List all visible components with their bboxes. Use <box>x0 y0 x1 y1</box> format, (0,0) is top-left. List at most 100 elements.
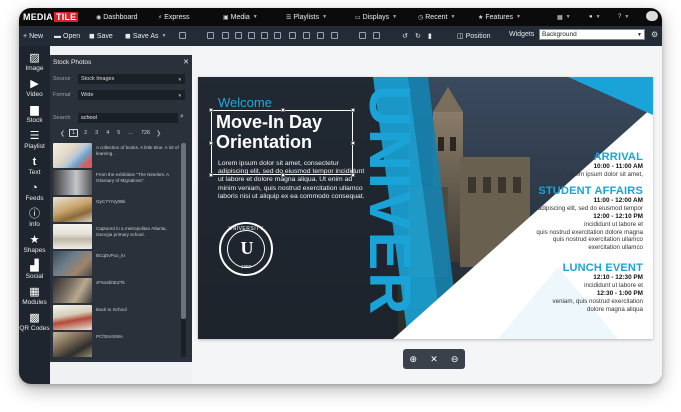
open-button[interactable]: ▬ Open <box>54 31 80 41</box>
page-link[interactable]: 726 <box>139 130 152 136</box>
rail-item-qr-codes[interactable]: ▩ QR Codes <box>19 312 50 338</box>
cloud-icon[interactable] <box>646 11 658 21</box>
nav-features[interactable]: ★ Features ▼ <box>478 12 521 22</box>
list-item[interactable]: OyC7YrVy0Bk <box>53 197 179 222</box>
list-item[interactable]: PCfI3mISWA <box>53 332 179 357</box>
resize-handle[interactable] <box>351 141 355 145</box>
result-thumbnail <box>53 170 92 195</box>
schedule-student-affairs[interactable]: STUDENT AFFAIRS 11:00 - 12:00 AM adipisc… <box>536 185 643 252</box>
lock-icon[interactable] <box>235 32 242 39</box>
list-item[interactable]: Back to School <box>53 305 179 330</box>
page-link[interactable]: 1 <box>69 129 79 137</box>
close-icon[interactable]: ✕ <box>430 354 438 365</box>
nav-express[interactable]: ⚡ Express <box>158 12 190 22</box>
list-item[interactable]: From the exhibition "The Nineties: A Glo… <box>53 170 179 195</box>
schedule-lunch-event[interactable]: LUNCH EVENT 12:10 - 12:30 PM incididunt … <box>553 262 643 313</box>
rail-item-playlist[interactable]: ☰ Playlist <box>19 130 50 156</box>
rail-item-shapes[interactable]: ★ Shapes <box>19 234 50 260</box>
rail-item-image[interactable]: ▨ Image <box>19 52 50 78</box>
copy-icon[interactable] <box>359 32 366 39</box>
new-button[interactable]: + New <box>23 31 43 41</box>
rail-item-stock[interactable]: ▆ Stock <box>19 104 50 130</box>
list-item[interactable]: zF5o6bhEZTk <box>53 278 179 303</box>
unlock-icon[interactable] <box>248 32 255 39</box>
widgets-select[interactable]: Background ▼ <box>539 29 645 40</box>
delete-button[interactable]: ▮ <box>428 31 432 41</box>
widgets-label: Widgets <box>509 31 535 38</box>
nav-help-menu[interactable]: ? ▼ <box>618 12 629 22</box>
lunch-title: LUNCH EVENT <box>562 262 643 274</box>
welcome-text[interactable]: Welcome <box>218 95 272 110</box>
save-as-button[interactable]: ◼ Save As ▼ <box>125 31 166 41</box>
resize-handle[interactable] <box>351 108 355 112</box>
nav-media[interactable]: ▣ Media ▼ <box>223 12 258 22</box>
nav-displays[interactable]: ▭ Displays ▼ <box>355 12 397 22</box>
nav-recent[interactable]: ◷ Recent ▼ <box>418 12 455 22</box>
lunch-desc-2b: dolore magna aliqua <box>586 305 643 313</box>
ungroup-icon[interactable] <box>274 32 281 39</box>
schedule-arrival[interactable]: ARRIVAL 10:00 - 11:00 AM Lorem ipsum dol… <box>567 151 643 179</box>
format-select[interactable]: Wide ▼ <box>78 90 185 100</box>
page-link[interactable]: 2 <box>82 130 89 136</box>
page-link[interactable]: 3 <box>93 130 100 136</box>
rail-item-text[interactable]: t Text <box>19 156 50 182</box>
resize-handle[interactable] <box>281 108 285 112</box>
redo-button[interactable]: ↻ <box>415 31 421 41</box>
align-left-icon[interactable] <box>207 32 214 39</box>
layer-icon[interactable] <box>331 32 338 39</box>
list-item[interactable]: BCqDvPuo_kI <box>53 251 179 276</box>
position-button[interactable]: ◫ Position <box>457 31 491 41</box>
grid-icon: ▦ <box>557 14 563 21</box>
list-item[interactable]: A collection of books. A little time. A … <box>53 143 179 168</box>
resize-handle[interactable] <box>209 173 213 177</box>
lorem-paragraph[interactable]: Lorem ipsum dolor sit amet, consectetur … <box>218 160 368 201</box>
rail-item-social[interactable]: ▟ Social <box>19 260 50 286</box>
distribute-icon[interactable] <box>289 32 296 39</box>
search-icon[interactable]: ⌕ <box>180 113 184 121</box>
nav-account-menu[interactable]: ● ▼ <box>589 12 601 22</box>
list-item[interactable]: Captured in a metropolitan Atlanta, Geor… <box>53 224 179 249</box>
scrollbar-thumb[interactable] <box>181 143 186 319</box>
rail-item-info[interactable]: ⓘ Info <box>19 208 50 234</box>
save-as-icon: ◼ <box>125 33 131 40</box>
rail-label: Shapes <box>23 247 46 254</box>
nav-playlists[interactable]: ☰ Playlists ▼ <box>286 12 327 22</box>
student-time-2: 12:00 - 12:10 PM <box>593 212 643 220</box>
close-icon[interactable]: ✕ <box>183 58 189 66</box>
nav-displays-label: Displays <box>362 13 390 21</box>
send-back-icon[interactable] <box>317 32 324 39</box>
gear-icon[interactable]: ⚙ <box>651 30 658 39</box>
search-input[interactable]: school <box>78 113 178 123</box>
search-label: Search <box>53 115 71 121</box>
zoom-in-icon[interactable]: ⊕ <box>410 354 418 365</box>
resize-handle[interactable] <box>209 141 213 145</box>
align-center-icon[interactable] <box>222 32 229 39</box>
chevron-right-icon[interactable]: ❯ <box>156 130 161 137</box>
page-link[interactable]: 4 <box>104 130 111 136</box>
group-icon[interactable] <box>261 32 268 39</box>
results-scrollbar[interactable] <box>181 143 186 357</box>
source-select[interactable]: Stock Images ▼ <box>78 74 185 84</box>
rail-item-feeds[interactable]: ◔ Feeds <box>19 182 50 208</box>
resize-handle[interactable] <box>209 108 213 112</box>
paste-icon[interactable] <box>373 32 380 39</box>
dashboard-icon: ◉ <box>96 14 102 21</box>
format-label: Format <box>53 92 71 98</box>
brand-logo[interactable]: MEDIA TILE <box>23 11 79 23</box>
crop-icon[interactable] <box>179 32 186 39</box>
zoom-out-icon[interactable]: ⊖ <box>451 354 459 365</box>
app-window: MEDIA TILE ◉ Dashboard ⚡ Express ▣ Media ▼ ☰… <box>19 8 662 384</box>
student-desc-2c: quis nostrud exercitation ullamco <box>552 236 643 244</box>
page-link[interactable]: 5 <box>115 130 122 136</box>
rail-item-video[interactable]: ▶ Video <box>19 78 50 104</box>
save-button[interactable]: ◼ Save <box>89 31 113 41</box>
university-seal[interactable]: UNIVERSITY U 1980 <box>219 222 273 276</box>
nav-dashboard[interactable]: ◉ Dashboard <box>96 12 138 22</box>
nav-grid-menu[interactable]: ▦ ▼ <box>557 12 571 22</box>
source-label: Source <box>53 76 71 82</box>
undo-button[interactable]: ↺ <box>402 31 408 41</box>
rail-item-modules[interactable]: ▦ Modules <box>19 286 50 312</box>
slide-canvas[interactable]: Welcome Move-In Day Orientation Lorem ip… <box>198 77 653 339</box>
bring-front-icon[interactable] <box>303 32 310 39</box>
chevron-left-icon[interactable]: ❮ <box>60 130 65 137</box>
